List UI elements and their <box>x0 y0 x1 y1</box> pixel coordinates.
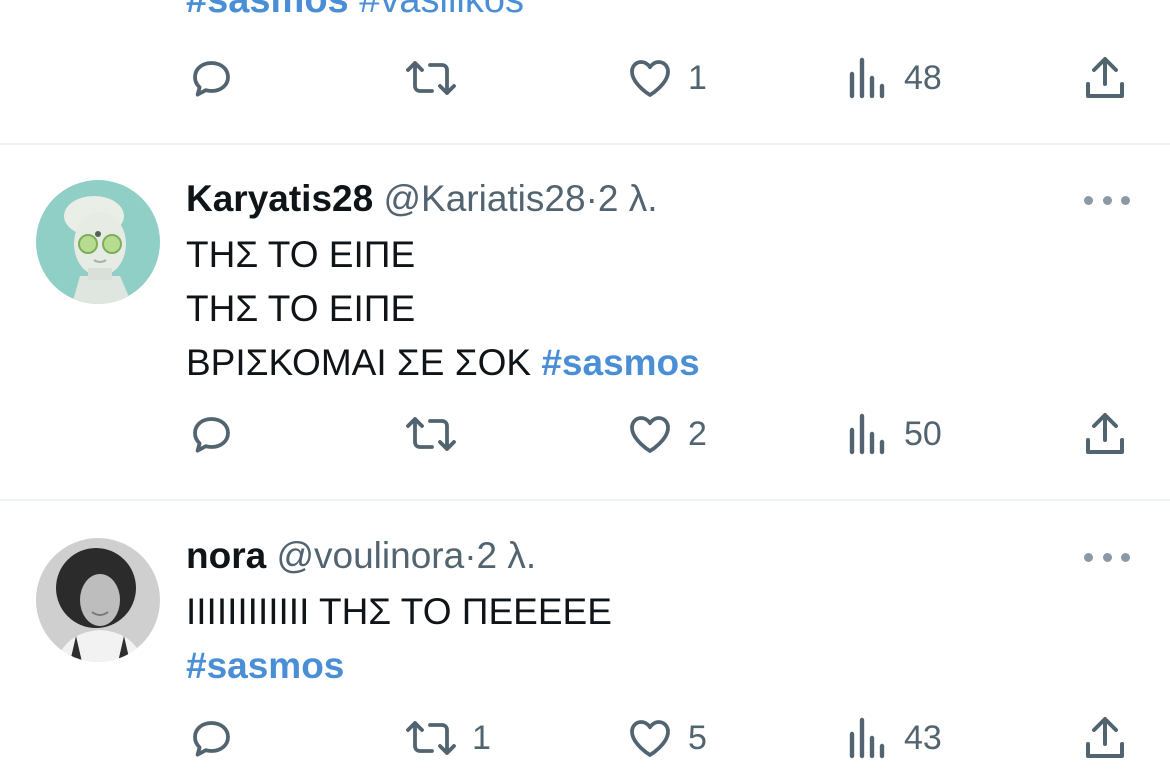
views-button[interactable]: 50 <box>846 404 942 464</box>
separator-dot: · <box>464 535 477 576</box>
divider <box>0 499 1170 501</box>
tweet-line: ΒΡΙΣΚΟΜΑΙ ΣΕ ΣΟΚ #sasmos <box>186 342 700 383</box>
display-name[interactable]: nora <box>186 535 266 576</box>
like-icon <box>630 416 670 453</box>
tweet-line: ΙΙΙΙΙΙΙΙΙΙΙΙ ΤΗΣ ΤΟ ΠΕΕΕΕΕ <box>186 591 612 632</box>
tweet-line: ΤΗΣ ΤΟ ΕΙΠΕ <box>186 234 416 275</box>
avatar[interactable] <box>36 538 160 662</box>
retweet-button[interactable] <box>404 404 472 464</box>
tweet-text: ΤΗΣ ΤΟ ΕΙΠΕ ΤΗΣ ΤΟ ΕΙΠΕ ΒΡΙΣΚΟΜΑΙ ΣΕ ΣΟΚ… <box>186 228 700 390</box>
more-icon <box>1084 195 1093 205</box>
views-icon <box>849 413 885 455</box>
tweet-header: nora @voulinora·2 λ. <box>186 534 536 578</box>
share-icon <box>1086 413 1124 454</box>
prev-tweet-hashtags: #sasmos #vasilikos <box>186 0 524 22</box>
views-icon <box>849 57 885 99</box>
timestamp[interactable]: 2 λ. <box>598 178 658 219</box>
like-button[interactable]: 1 <box>626 48 707 108</box>
reply-button[interactable] <box>188 708 250 768</box>
avatar[interactable] <box>36 180 160 304</box>
share-icon <box>1086 717 1124 758</box>
tweet-text: ΙΙΙΙΙΙΙΙΙΙΙΙ ΤΗΣ ΤΟ ΠΕΕΕΕΕ #sasmos <box>186 585 612 693</box>
more-button[interactable] <box>1084 550 1130 564</box>
more-icon <box>1084 552 1093 562</box>
retweet-button[interactable]: 1 <box>404 708 491 768</box>
tweet-actions: 2 50 <box>0 404 1170 464</box>
separator-dot: · <box>585 178 598 219</box>
divider <box>0 143 1170 145</box>
user-handle[interactable]: @Kariatis28 <box>383 178 585 219</box>
views-button[interactable]: 43 <box>846 708 942 768</box>
views-icon <box>849 717 885 759</box>
share-button[interactable] <box>1082 708 1128 768</box>
tweet-line: ΤΗΣ ΤΟ ΕΙΠΕ <box>186 288 416 329</box>
hashtag-link[interactable]: #sasmos <box>541 342 699 383</box>
retweet-icon <box>406 721 456 755</box>
like-button[interactable]: 2 <box>626 404 707 464</box>
display-name[interactable]: Karyatis28 <box>186 178 373 219</box>
share-icon <box>1086 57 1124 98</box>
user-handle[interactable]: @voulinora <box>276 535 464 576</box>
share-button[interactable] <box>1082 404 1128 464</box>
reply-button[interactable] <box>188 48 250 108</box>
tweet-actions: 1 5 43 <box>0 708 1170 768</box>
like-button[interactable]: 5 <box>626 708 707 768</box>
hashtag-link[interactable]: #vasilikos <box>359 0 524 21</box>
retweet-icon <box>406 61 456 95</box>
reply-button[interactable] <box>188 404 250 464</box>
hashtag-link[interactable]: #sasmos <box>186 639 612 693</box>
more-button[interactable] <box>1084 193 1130 207</box>
like-icon <box>630 720 670 757</box>
reply-icon <box>193 417 230 453</box>
reply-icon <box>193 721 230 757</box>
retweet-button[interactable] <box>404 48 472 108</box>
prev-tweet-actions: 1 48 <box>0 48 1170 108</box>
like-icon <box>630 60 670 97</box>
timestamp[interactable]: 2 λ. <box>477 535 537 576</box>
reply-icon <box>193 61 230 97</box>
share-button[interactable] <box>1082 48 1128 108</box>
hashtag-link[interactable]: #sasmos <box>186 0 349 21</box>
tweet-header: Karyatis28 @Kariatis28·2 λ. <box>186 177 658 221</box>
views-button[interactable]: 48 <box>846 48 942 108</box>
retweet-icon <box>406 417 456 451</box>
